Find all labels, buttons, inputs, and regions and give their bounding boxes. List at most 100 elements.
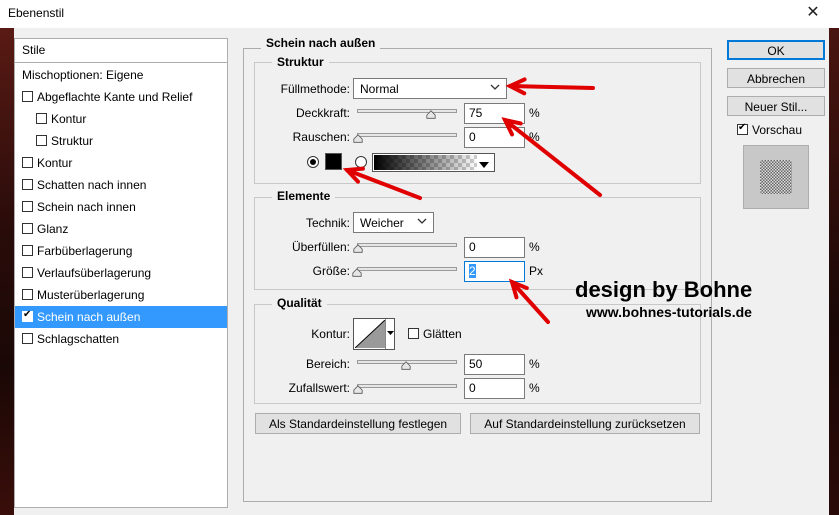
make-default-button[interactable]: Als Standardeinstellung festlegen: [255, 413, 461, 434]
jitter-unit: %: [529, 381, 540, 395]
spread-label: Überfüllen:: [291, 240, 350, 254]
style-item-checkbox[interactable]: [36, 113, 47, 124]
smooth-checkbox[interactable]: Glätten: [408, 327, 462, 341]
blend-mode-label: Füllmethode:: [280, 82, 350, 96]
style-item-label: Verlaufsüberlagerung: [37, 266, 152, 280]
styles-header[interactable]: Stile: [15, 39, 227, 63]
cancel-button[interactable]: Abbrechen: [727, 68, 825, 88]
style-item-label: Musterüberlagerung: [37, 288, 145, 302]
style-item[interactable]: Verlaufsüberlagerung: [15, 262, 227, 284]
style-item-label: Schatten nach innen: [37, 178, 147, 192]
noise-label: Rauschen:: [292, 130, 350, 144]
size-slider-track[interactable]: [357, 267, 457, 271]
style-item-label: Abgeflachte Kante und Relief: [37, 90, 193, 104]
style-item[interactable]: Struktur: [15, 130, 227, 152]
jitter-slider-thumb[interactable]: [353, 385, 363, 395]
style-item-checkbox[interactable]: [22, 201, 33, 212]
solid-color-radio[interactable]: [307, 156, 319, 168]
gradient-preview: [374, 155, 477, 170]
noise-slider-thumb[interactable]: [353, 134, 363, 144]
spread-input[interactable]: 0: [464, 237, 525, 258]
size-unit: Px: [529, 264, 544, 278]
preview-thumbnail: [743, 145, 809, 209]
ok-button[interactable]: OK: [727, 40, 825, 60]
jitter-input[interactable]: 0: [464, 378, 525, 399]
style-item-checkbox[interactable]: [22, 157, 33, 168]
style-item-label: Schlagschatten: [37, 332, 120, 346]
technique-value: Weicher: [360, 216, 404, 230]
noise-slider-track[interactable]: [357, 133, 457, 137]
style-item[interactable]: Kontur: [15, 152, 227, 174]
style-item[interactable]: Abgeflachte Kante und Relief: [15, 86, 227, 108]
color-swatch-fill: [326, 154, 341, 169]
noise-unit: %: [529, 130, 540, 144]
style-item[interactable]: Schlagschatten: [15, 328, 227, 350]
style-item-checkbox[interactable]: [22, 179, 33, 190]
style-item-checkbox[interactable]: [22, 289, 33, 300]
contour-picker[interactable]: [353, 318, 395, 350]
spread-unit: %: [529, 240, 540, 254]
style-item-label: Glanz: [37, 222, 69, 236]
chevron-down-icon: [417, 217, 427, 227]
contour-divider: [385, 319, 386, 349]
style-item[interactable]: Schein nach innen: [15, 196, 227, 218]
color-swatch[interactable]: [325, 153, 342, 170]
window-title: Ebenenstil: [8, 6, 65, 20]
spread-slider-thumb[interactable]: [353, 244, 363, 254]
jitter-slider-track[interactable]: [357, 384, 457, 388]
style-item[interactable]: Glanz: [15, 218, 227, 240]
preview-checkbox-box: [737, 122, 748, 135]
blend-mode-select[interactable]: Normal: [353, 78, 507, 99]
range-slider-thumb[interactable]: [401, 361, 411, 371]
opacity-unit: %: [529, 106, 540, 120]
preview-label: Vorschau: [752, 123, 803, 137]
title-bar: [0, 0, 839, 28]
opacity-label: Deckkraft:: [295, 106, 350, 120]
style-item[interactable]: Kontur: [15, 108, 227, 130]
style-item[interactable]: Schatten nach innen: [15, 174, 227, 196]
style-item-label: Struktur: [51, 134, 94, 148]
style-item-checkbox[interactable]: [22, 309, 33, 322]
styles-list: Stile Mischoptionen: Eigene Abgeflachte …: [14, 38, 228, 508]
style-item[interactable]: Musterüberlagerung: [15, 284, 227, 306]
style-item-checkbox[interactable]: [22, 333, 33, 344]
style-item-label: Kontur: [51, 112, 87, 126]
size-label: Größe:: [312, 264, 350, 278]
new-style-button[interactable]: Neuer Stil...: [727, 96, 825, 116]
noise-input[interactable]: 0: [464, 127, 525, 148]
style-item[interactable]: Schein nach außen: [15, 306, 227, 328]
quality-title: Qualität: [272, 296, 327, 310]
style-item-checkbox[interactable]: [22, 223, 33, 234]
close-icon[interactable]: ✕: [801, 2, 825, 24]
style-item-checkbox[interactable]: [22, 267, 33, 278]
gradient-radio[interactable]: [355, 156, 367, 168]
blend-options-item[interactable]: Mischoptionen: Eigene: [15, 64, 227, 86]
opacity-slider-thumb[interactable]: [426, 110, 436, 120]
gradient-picker[interactable]: [372, 153, 495, 172]
preview-checkbox[interactable]: Vorschau: [737, 122, 803, 137]
spread-slider-track[interactable]: [357, 243, 457, 247]
style-item-label: Schein nach innen: [37, 200, 136, 214]
smooth-checkbox-box: [408, 328, 419, 339]
opacity-slider-track[interactable]: [357, 109, 457, 113]
size-input[interactable]: 2: [464, 261, 525, 282]
size-slider-thumb[interactable]: [352, 268, 362, 278]
style-item-checkbox[interactable]: [36, 135, 47, 146]
background-canvas: [0, 28, 14, 515]
watermark-url: www.bohnes-tutorials.de: [586, 304, 752, 320]
technique-select[interactable]: Weicher: [353, 212, 434, 233]
panel-title: Schein nach außen: [261, 36, 381, 50]
style-item[interactable]: Farbüberlagerung: [15, 240, 227, 262]
style-item-checkbox[interactable]: [22, 245, 33, 256]
range-input[interactable]: 50: [464, 354, 525, 375]
opacity-input[interactable]: 75: [464, 103, 525, 124]
jitter-label: Zufallswert:: [288, 381, 350, 395]
background-canvas-right: [829, 28, 839, 515]
watermark-title: design by Bohne: [575, 277, 753, 302]
reset-default-button[interactable]: Auf Standardeinstellung zurücksetzen: [470, 413, 700, 434]
size-value: 2: [469, 264, 476, 278]
preview-noise-pattern: [760, 160, 792, 194]
range-unit: %: [529, 357, 540, 371]
chevron-down-icon: [490, 83, 500, 93]
style-item-checkbox[interactable]: [22, 91, 33, 102]
